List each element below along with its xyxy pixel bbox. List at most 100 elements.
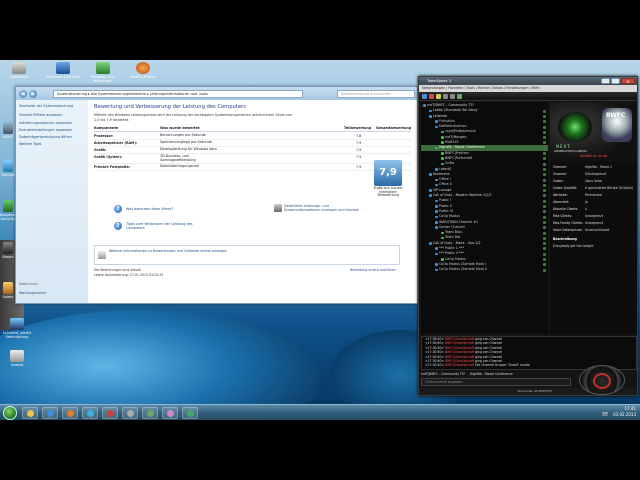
clock[interactable]: 17:41 03.02.2013	[613, 406, 636, 417]
chat-tab-channel[interactable]: HighWe - Movie Conference	[470, 372, 513, 376]
row-description: 3D-Business- und Gaminggrafikleistung	[160, 154, 196, 163]
info-row: Codec: Opus Voice	[553, 179, 602, 184]
rerun-assessment-link[interactable]: Bewertung erneut ausführen	[350, 268, 396, 272]
sidebar-item-disk-cleanup[interactable]: Datenträgerbereinigung öffnen	[19, 135, 85, 139]
window-titlebar[interactable]: TeamSpeak 3 – □ ✕	[419, 77, 637, 85]
chat-user[interactable]: BWFC|Gesellschaft	[445, 346, 474, 350]
row-description: Desktopleistung für Windows Aero	[160, 147, 217, 152]
desktop-icon-messenger[interactable]: Windows Live Messenger	[86, 62, 120, 84]
chat-input[interactable]: Chatnachricht eingeben...	[421, 378, 571, 386]
speaker-icon[interactable]	[450, 94, 455, 99]
link-more-info[interactable]: Weitere Informationen zu Bewertungen und…	[109, 249, 229, 253]
chat-user[interactable]: BWFC|Gesellschaft	[445, 350, 474, 354]
firefox-icon	[136, 62, 150, 74]
menu-item-settings[interactable]: Einstellungen	[506, 86, 528, 90]
desktop-icon-steam[interactable]: Steam	[0, 242, 16, 259]
menu-item-permissions[interactable]: Rechte	[478, 86, 489, 90]
channel-flag-icon	[543, 109, 546, 113]
desktop-icon-asus[interactable]: ASUS	[0, 122, 16, 139]
sidebar-item-more-tools[interactable]: Weitere Tools	[19, 142, 85, 146]
channel-node[interactable]: CoOp Modus (Zombie Mod) II	[421, 267, 548, 272]
channel-icon	[435, 215, 438, 219]
minimize-button[interactable]: –	[601, 78, 610, 84]
channel-flag-icon	[543, 114, 546, 118]
taskbar-media[interactable]	[82, 407, 98, 419]
sidebar-item-indexing[interactable]: Indizierungsoptionen anpassen	[19, 121, 85, 125]
folder-icon	[27, 410, 34, 417]
forward-button[interactable]: ▶	[29, 90, 37, 98]
chat-text: ging von Channel	[475, 345, 503, 350]
menu-item-favorites[interactable]: Favoriten	[448, 86, 463, 90]
search-input[interactable]: Systemsteuerung durchsuchen	[337, 90, 415, 98]
tray-language[interactable]: DE	[602, 412, 608, 417]
chat-time: <17:30:40>	[425, 345, 445, 350]
channel-flag-icon	[543, 226, 546, 230]
microphone-icon[interactable]	[443, 94, 448, 99]
maximize-button[interactable]: □	[611, 78, 620, 84]
sidebar-item-action-center[interactable]: Wartungscenter	[19, 291, 46, 295]
taskbar-app[interactable]	[142, 407, 158, 419]
away-icon[interactable]	[436, 94, 441, 99]
chat-user[interactable]: BWFC|Gesellschaft	[445, 363, 474, 367]
start-button[interactable]	[3, 406, 17, 420]
link-details[interactable]: Detaillierte Leistungs- und Systeminform…	[284, 204, 364, 213]
info-value: Ja	[585, 200, 588, 204]
bookmark-icon[interactable]	[457, 94, 462, 99]
link-tips[interactable]: Tipps zum Verbessern der Leistung des Co…	[126, 222, 206, 231]
desktop-icon-firefox[interactable]: Mozilla Firefox	[126, 62, 160, 79]
info-row: Max Clients: Unbegrenzt	[553, 214, 603, 219]
taskbar-ie[interactable]	[42, 407, 58, 419]
system-tray: DE 17:41 03.02.2013	[602, 406, 636, 417]
taskbar-firefox[interactable]	[62, 407, 78, 419]
row-description: Datenübertragungsrate	[160, 164, 199, 169]
desktop-icon-tunngle[interactable]: Tunngle	[0, 160, 16, 177]
desktop-icon-games[interactable]: Spiele	[0, 282, 16, 299]
chat-user[interactable]: BWFC|Gesellschaft	[445, 341, 474, 345]
link-scores-meaning[interactable]: Was bedeuten diese Werte?	[126, 207, 173, 211]
desktop-icon-mail[interactable]: Windows Live Mail	[46, 62, 80, 79]
chat-user[interactable]: BWFC|Gesellschaft	[445, 355, 474, 359]
connect-icon[interactable]	[422, 94, 427, 99]
close-button[interactable]: ✕	[621, 78, 635, 84]
asus-icon	[3, 122, 13, 134]
info-value: 4	[585, 207, 587, 211]
info-row: Voice Datenschutz: Unverschlüsselt	[553, 228, 610, 233]
back-button[interactable]: ◀	[19, 90, 27, 98]
menu-item-help[interactable]: Hilfe	[532, 86, 540, 90]
channel-flag-icon	[543, 130, 546, 134]
taskbar-app[interactable]	[162, 407, 178, 419]
chat-user[interactable]: BWFC|Gesellschaft	[445, 359, 474, 363]
channel-icon	[429, 242, 432, 245]
menu-item-connections[interactable]: Verbindungen	[422, 86, 445, 90]
description-label: Beschreibung	[553, 237, 577, 241]
taskbar-explorer[interactable]	[22, 407, 38, 419]
desktop-icon-games-folder[interactable]: Games	[0, 350, 34, 367]
taskbar-app[interactable]	[102, 407, 118, 419]
main-content: Bewertung und Verbesserung der Leistung …	[88, 100, 417, 303]
client-status-icon	[441, 141, 444, 145]
chat-tab-server[interactable]: nxtT|BWFC - Community TS³	[421, 372, 465, 376]
status-last-update: Letzte Aktualisierung: 27.01.2013 01:02:…	[94, 273, 164, 277]
chat-user[interactable]: BWFC|Gesellschaft	[445, 337, 474, 341]
sidebar-item-home[interactable]: Startseite der Systemsteuerung	[19, 104, 85, 108]
column-header: Was wurde bewertet	[160, 126, 200, 131]
sidebar-item-power[interactable]: Energieeinstellungen anpassen	[19, 128, 85, 132]
desktop-icon-recycle-bin[interactable]: Papierkorb	[2, 62, 36, 79]
taskbar-app[interactable]	[122, 407, 138, 419]
info-key: Max Clients:	[553, 214, 572, 218]
row-score: 7,9	[356, 148, 362, 153]
sidebar-item-visual-effects[interactable]: Visuelle Effekte anpassen	[19, 113, 85, 117]
channel-icon	[423, 104, 426, 107]
disconnect-icon[interactable]	[429, 94, 434, 99]
row-component: Arbeitsspeicher (RAM):	[94, 141, 138, 146]
address-bar[interactable]: Systemsteuerung ▸ Alle Systemsteuerungse…	[53, 90, 303, 98]
desktop-icon-kaspersky[interactable]: Kaspersky Security	[0, 200, 18, 222]
desktop-icon-ts3client[interactable]: ts3client_win64 Verknüpfung	[0, 318, 34, 340]
folder-icon	[3, 282, 13, 294]
menu-item-tools[interactable]: Tools	[467, 86, 475, 90]
menu-item-extras[interactable]: Extras	[493, 86, 503, 90]
window-titlebar[interactable]: ◀ ▶ Systemsteuerung ▸ Alle Systemsteueru…	[16, 87, 417, 100]
taskbar-teamspeak[interactable]	[182, 407, 198, 419]
row-score: 7,9	[356, 141, 362, 146]
channel-flag-icon	[543, 189, 546, 193]
